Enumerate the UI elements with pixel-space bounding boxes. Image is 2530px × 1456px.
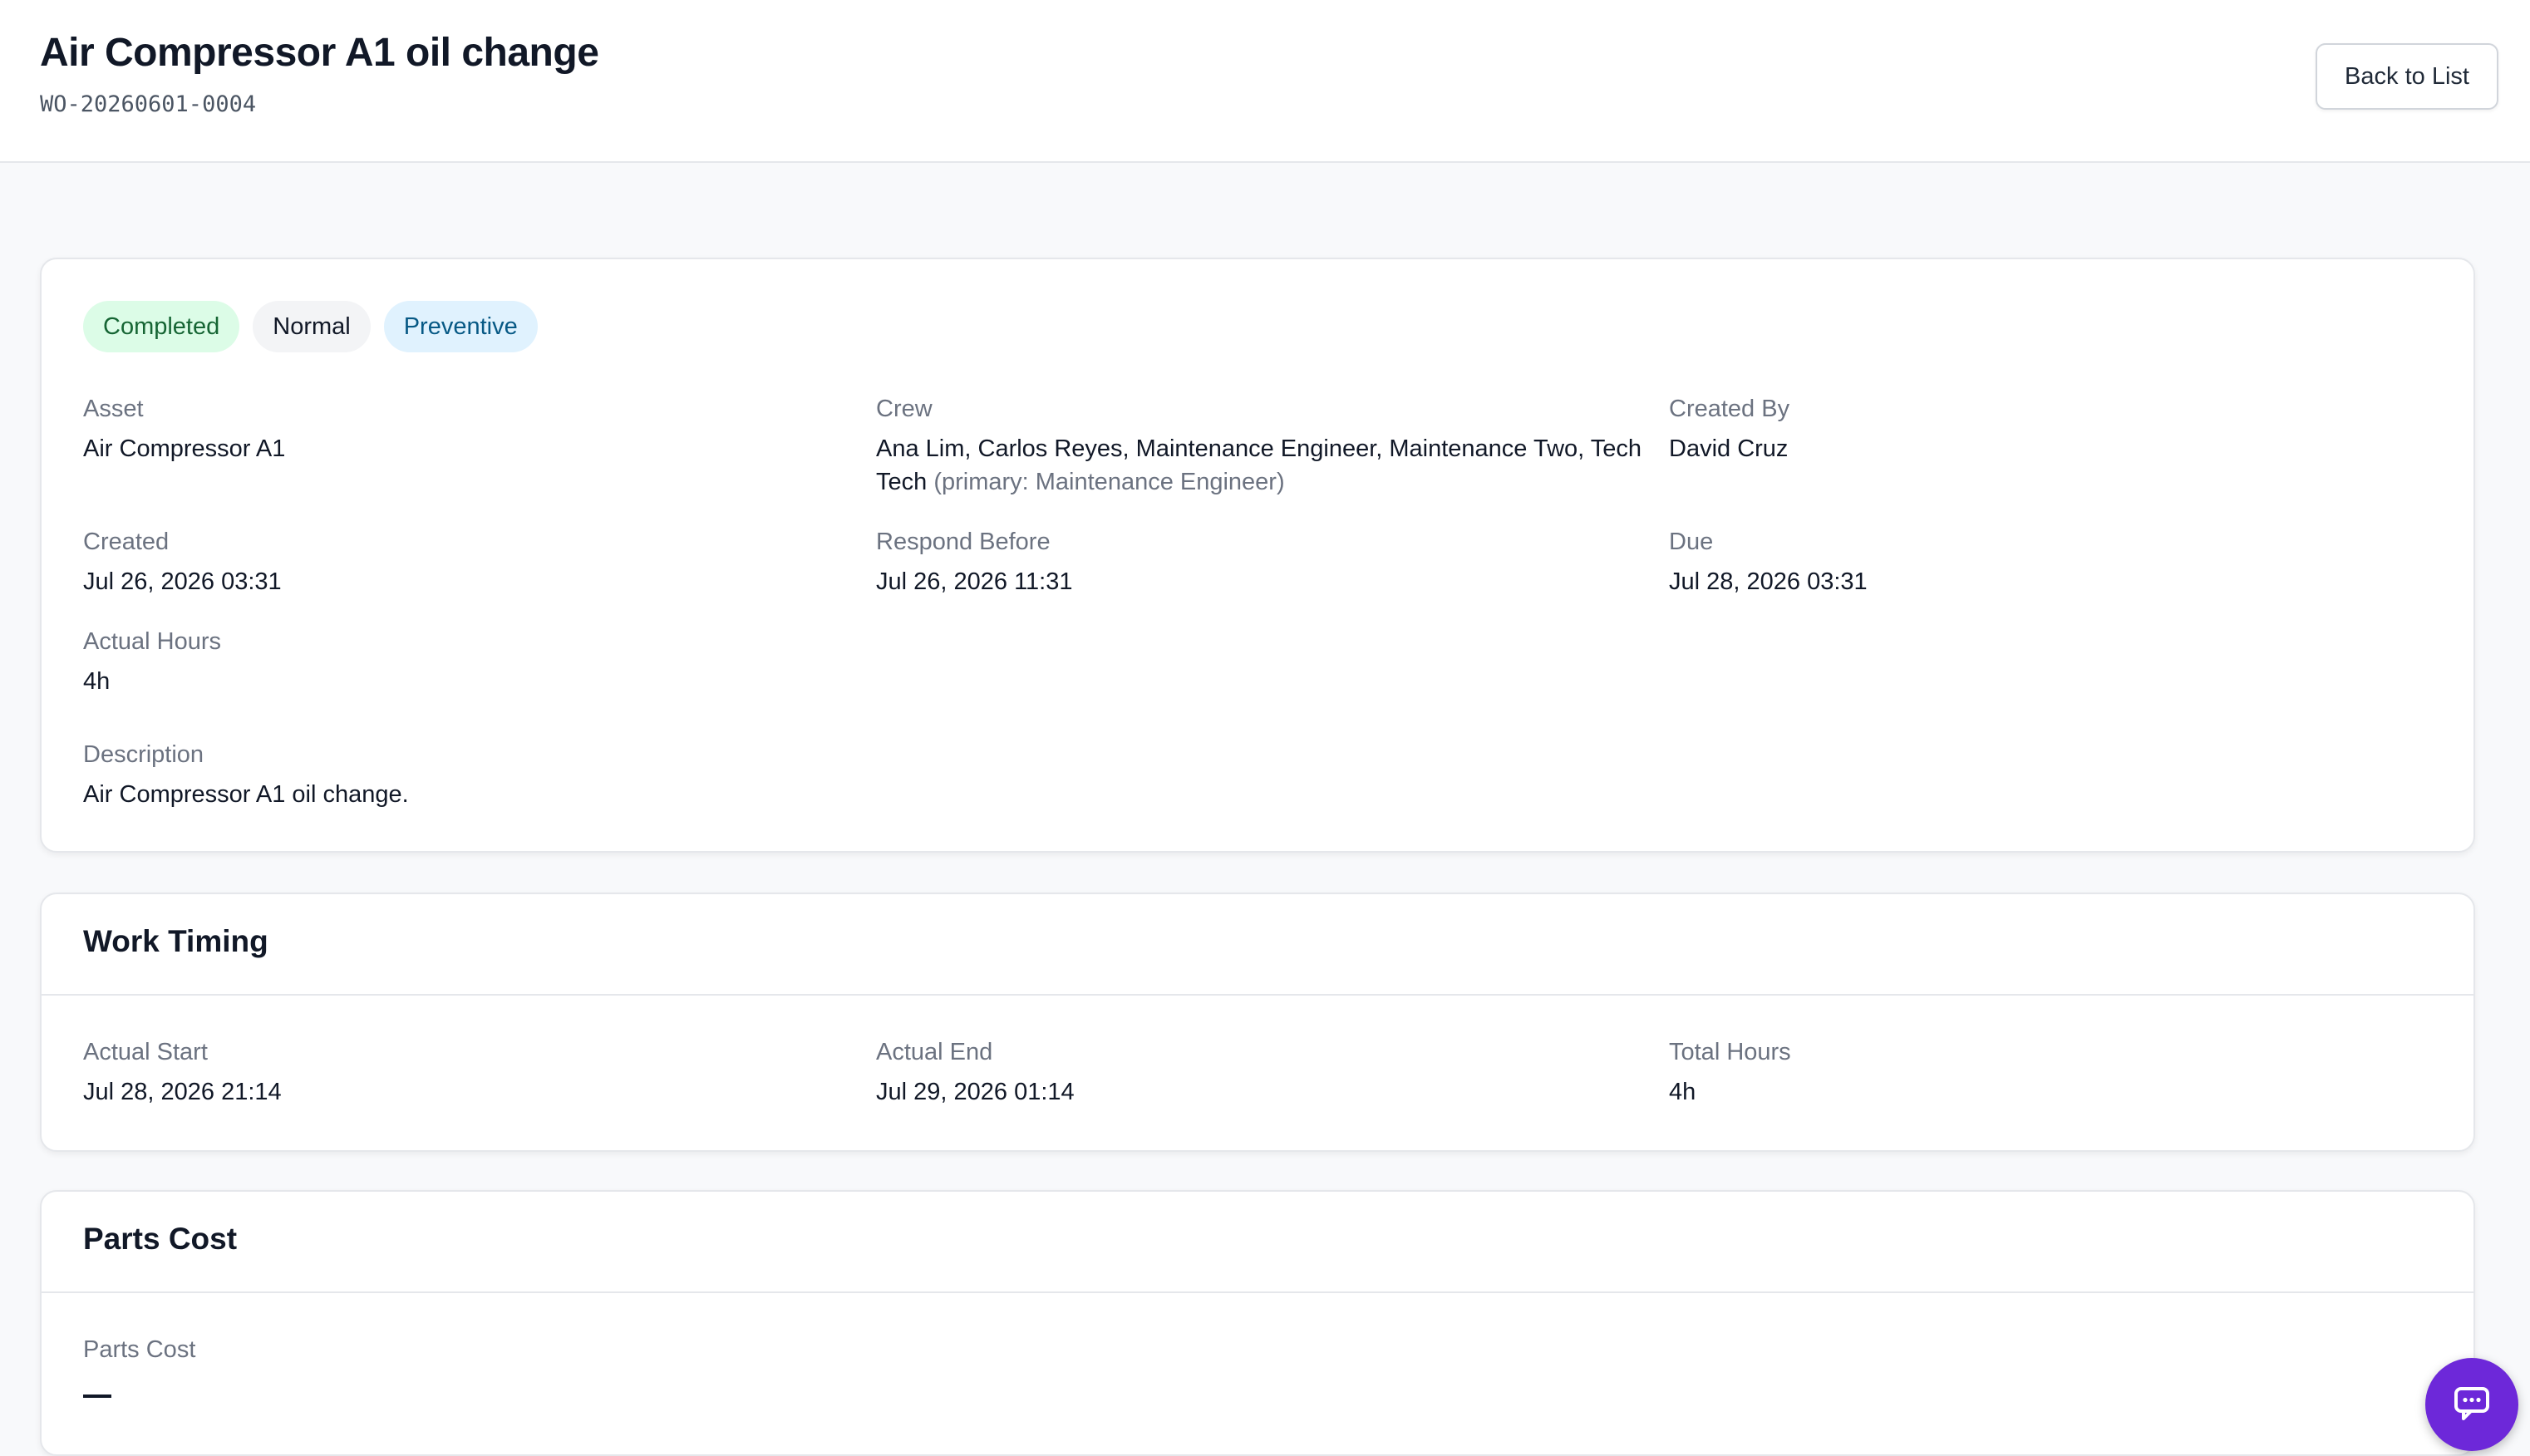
work-timing-header: Work Timing — [42, 894, 2473, 996]
respond-before-value: Jul 26, 2026 11:31 — [876, 568, 1073, 595]
total-hours-value: 4h — [1669, 1079, 1696, 1105]
work-timing-card: Work Timing Actual Start Jul 28, 2026 21… — [40, 893, 2475, 1152]
created-by-label: Created By — [1669, 396, 1790, 422]
parts-cost-header: Parts Cost — [42, 1192, 2473, 1293]
actual-hours-value: 4h — [83, 668, 111, 695]
page-header: Air Compressor A1 oil change WO-20260601… — [0, 0, 2530, 163]
due-field: Due Jul 28, 2026 03:31 — [1669, 525, 2417, 598]
chat-bubble-icon — [2454, 1387, 2489, 1420]
crew-primary-note: (primary: Maintenance Engineer) — [933, 469, 1285, 495]
respond-before-field: Respond Before Jul 26, 2026 11:31 — [876, 525, 1624, 598]
created-label: Created — [83, 529, 170, 555]
work-timing-title: Work Timing — [83, 924, 268, 958]
badge-row: Completed Normal Preventive — [83, 301, 538, 352]
asset-field: Asset Air Compressor A1 — [83, 392, 831, 465]
created-value: Jul 26, 2026 03:31 — [83, 568, 282, 595]
due-value: Jul 28, 2026 03:31 — [1669, 568, 1868, 595]
respond-before-label: Respond Before — [876, 529, 1051, 555]
parts-cost-label: Parts Cost — [83, 1336, 196, 1363]
crew-label: Crew — [876, 396, 933, 422]
page-title: Air Compressor A1 oil change — [40, 31, 599, 75]
description-field: Description Air Compressor A1 oil change… — [83, 738, 1579, 811]
crew-field: Crew Ana Lim, Carlos Reyes, Maintenance … — [876, 392, 1657, 499]
crew-value: Ana Lim, Carlos Reyes, Maintenance Engin… — [876, 432, 1657, 499]
description-label: Description — [83, 741, 204, 768]
created-by-field: Created By David Cruz — [1669, 392, 2417, 465]
actual-end-field: Actual End Jul 29, 2026 01:14 — [876, 1035, 1624, 1109]
actual-start-field: Actual Start Jul 28, 2026 21:14 — [83, 1035, 831, 1109]
description-value: Air Compressor A1 oil change. — [83, 781, 409, 808]
actual-start-label: Actual Start — [83, 1039, 208, 1065]
due-label: Due — [1669, 529, 1714, 555]
total-hours-label: Total Hours — [1669, 1039, 1791, 1065]
back-to-list-button[interactable]: Back to List — [2316, 43, 2498, 110]
parts-cost-title: Parts Cost — [83, 1222, 238, 1256]
asset-value[interactable]: Air Compressor A1 — [83, 432, 831, 465]
work-order-details-card: Completed Normal Preventive Asset Air Co… — [40, 258, 2475, 853]
actual-end-value: Jul 29, 2026 01:14 — [876, 1079, 1075, 1105]
actual-hours-field: Actual Hours 4h — [83, 625, 831, 698]
actual-hours-label: Actual Hours — [83, 628, 222, 655]
priority-badge: Normal — [253, 301, 371, 352]
total-hours-field: Total Hours 4h — [1669, 1035, 2417, 1109]
created-field: Created Jul 26, 2026 03:31 — [83, 525, 831, 598]
actual-start-value: Jul 28, 2026 21:14 — [83, 1079, 282, 1105]
asset-label: Asset — [83, 396, 144, 422]
parts-cost-card: Parts Cost Parts Cost — [40, 1190, 2475, 1456]
created-by-value: David Cruz — [1669, 435, 1789, 462]
parts-cost-value — [83, 1395, 111, 1398]
chat-fab-button[interactable] — [2425, 1358, 2518, 1451]
status-badge: Completed — [83, 301, 240, 352]
actual-end-label: Actual End — [876, 1039, 993, 1065]
work-order-number: WO-20260601-0004 — [40, 91, 257, 117]
type-badge: Preventive — [383, 301, 538, 352]
parts-cost-field: Parts Cost — [83, 1333, 831, 1398]
